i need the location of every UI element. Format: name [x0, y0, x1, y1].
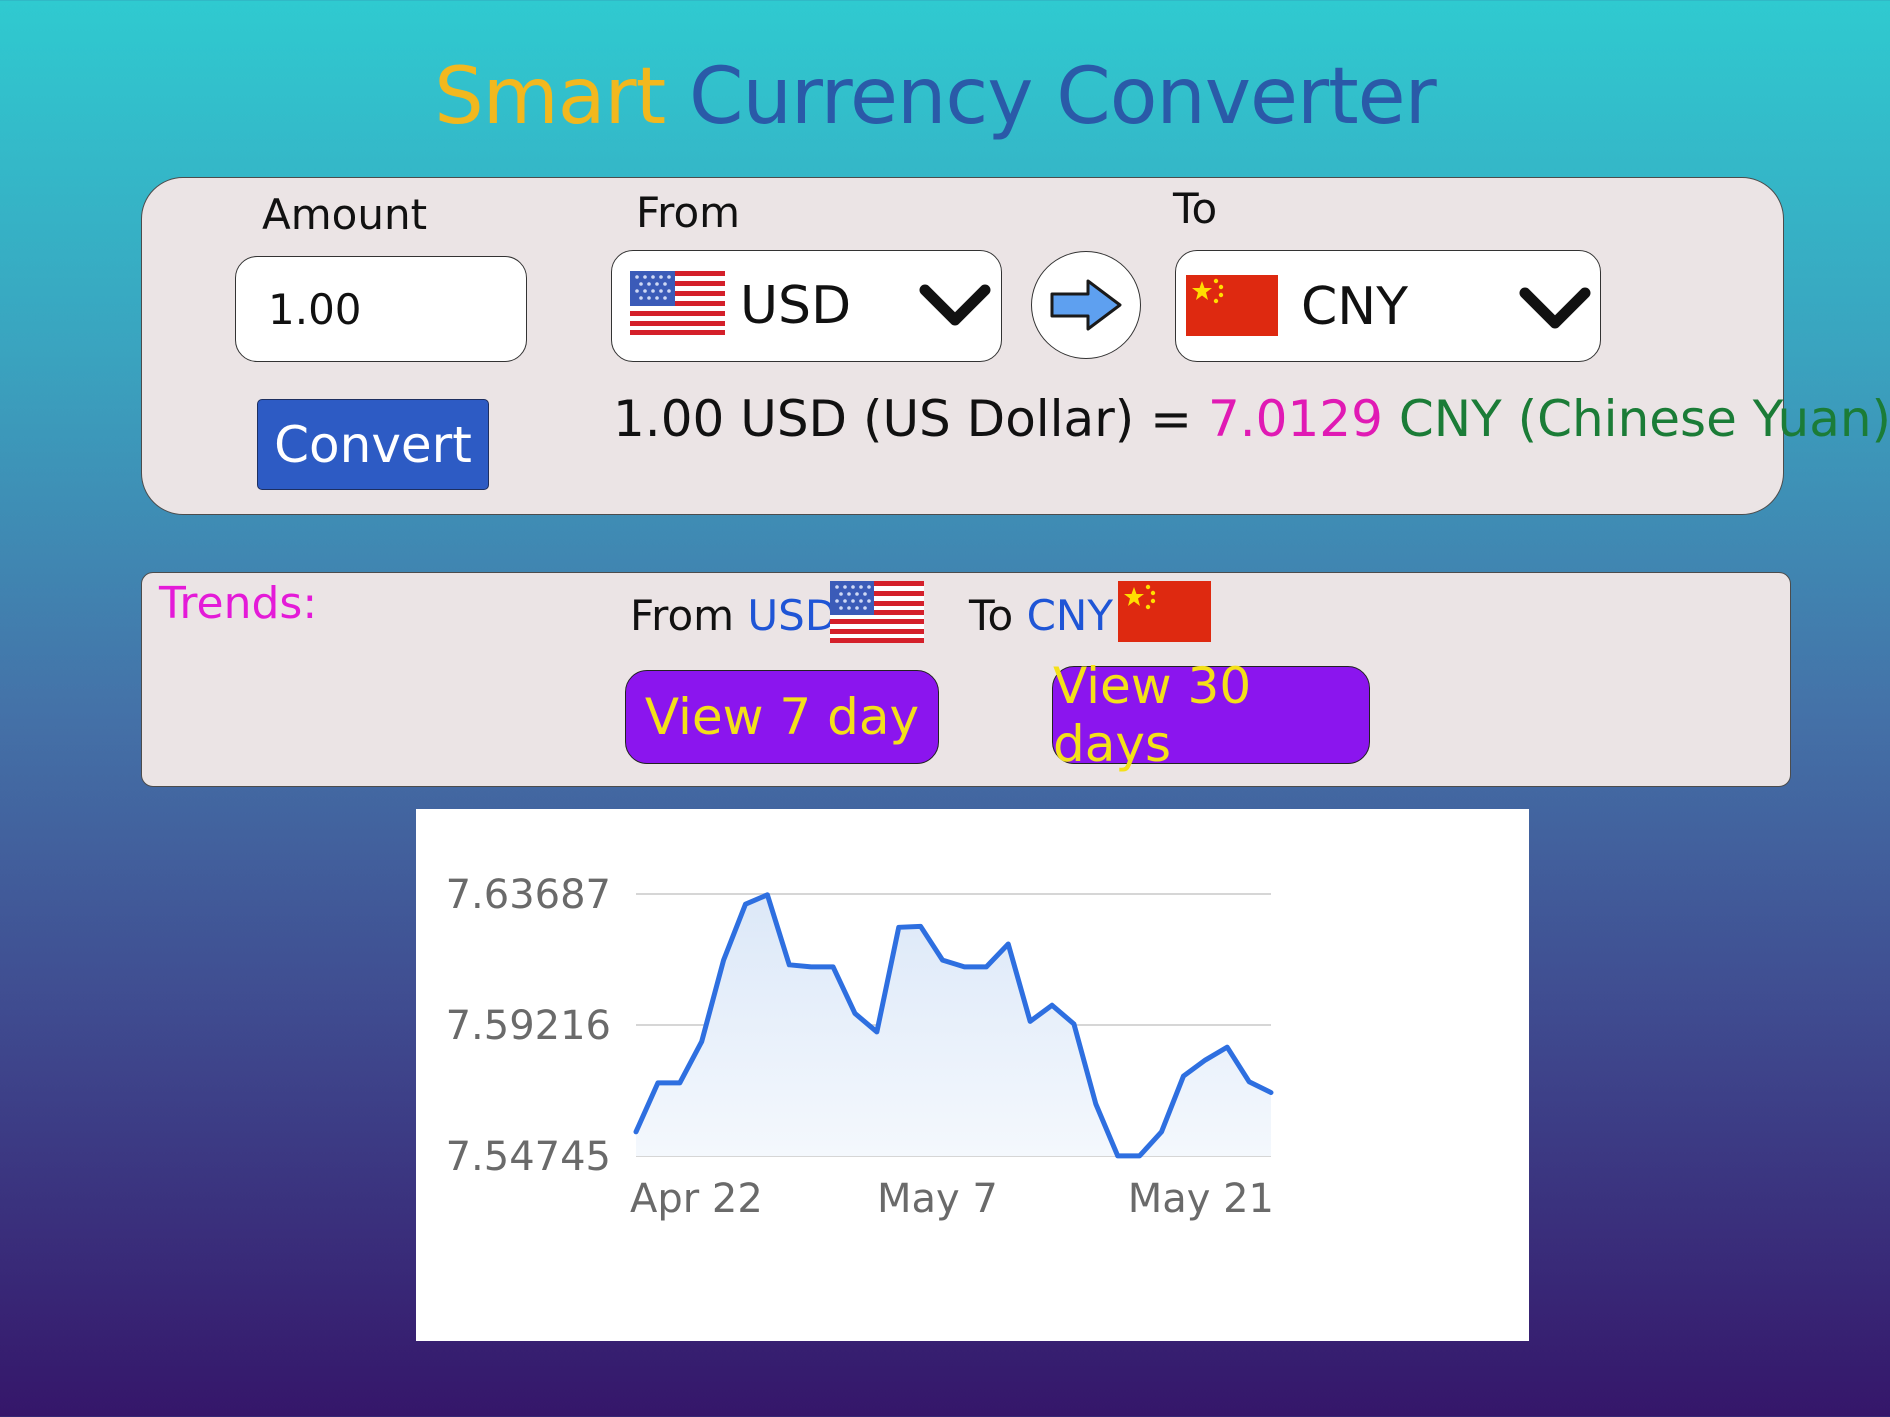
trend-from-prefix: From [630, 591, 735, 640]
chart-point [1225, 1045, 1230, 1050]
chart-point [962, 964, 967, 969]
from-currency-select[interactable]: USD [611, 250, 1002, 362]
result-to-text: CNY (Chinese Yuan) [1398, 390, 1890, 448]
chart-point [896, 925, 901, 930]
chart-point [677, 1080, 682, 1085]
us-flag-icon [630, 271, 725, 335]
x-tick-label: May 7 [877, 1176, 998, 1222]
chart-point [1028, 1019, 1033, 1024]
chart-point [918, 924, 923, 929]
y-tick-label: 7.59216 [446, 1003, 611, 1049]
trends-panel [141, 572, 1791, 787]
amount-input[interactable] [235, 256, 527, 362]
chart-point [655, 1080, 660, 1085]
trend-to: To CNY [969, 591, 1113, 640]
trend-to-currency: CNY [1026, 591, 1113, 640]
chart-point [1247, 1079, 1252, 1084]
chart-point [940, 958, 945, 963]
result-rate: 7.0129 [1207, 390, 1383, 448]
y-tick-label: 7.54745 [446, 1134, 611, 1180]
chart-point [1159, 1129, 1164, 1134]
chart-point [1006, 942, 1011, 947]
to-currency-select[interactable]: CNY [1175, 250, 1601, 362]
view-30-days-button[interactable]: View 30 days [1052, 657, 1370, 773]
from-label: From [636, 188, 741, 237]
chart-point [1181, 1074, 1186, 1079]
chart-point [1203, 1058, 1208, 1063]
chart-point [809, 964, 814, 969]
result-from-text: 1.00 USD (US Dollar) = [613, 390, 1193, 448]
chart-point [1269, 1090, 1273, 1095]
trend-chart: 7.63687 7.59216 7.54745 Apr 22 May 7 May 21 [416, 809, 1529, 1341]
swap-button[interactable] [1031, 251, 1141, 359]
to-currency-code: CNY [1301, 277, 1408, 337]
trend-to-prefix: To [969, 591, 1014, 640]
chevron-down-icon[interactable] [1519, 287, 1591, 331]
chart-point [874, 1029, 879, 1034]
chart-point [852, 1011, 857, 1016]
us-flag-icon [830, 581, 924, 643]
chart-point [831, 964, 836, 969]
chart-point [699, 1039, 704, 1044]
x-tick-label: May 21 [1128, 1176, 1274, 1222]
amount-label: Amount [262, 190, 428, 239]
conversion-result: 1.00 USD (US Dollar) = 7.0129 CNY (Chine… [613, 390, 1890, 448]
y-tick-label: 7.63687 [446, 872, 611, 918]
chart-point [787, 962, 792, 967]
chart-point [721, 958, 726, 963]
chart-point [1071, 1022, 1076, 1027]
convert-button[interactable]: Convert [257, 399, 489, 490]
chart-point [1093, 1101, 1098, 1106]
chart-point [1137, 1153, 1142, 1158]
from-currency-code: USD [740, 276, 852, 336]
title-smart: Smart [434, 52, 666, 142]
trends-label: Trends: [159, 578, 318, 629]
china-flag-icon [1186, 275, 1278, 336]
trend-chart-svg: 7.63687 7.59216 7.54745 Apr 22 May 7 May 21 [446, 872, 1274, 1222]
view-7-day-button[interactable]: View 7 day [625, 670, 939, 764]
chart-point [1115, 1153, 1120, 1158]
chart-point [1050, 1003, 1055, 1008]
trend-from: From USD [630, 591, 837, 640]
chart-point [743, 902, 748, 907]
x-tick-label: Apr 22 [630, 1176, 763, 1222]
title-currency-converter: Currency Converter [689, 52, 1437, 142]
page-title: Smart Currency Converter [0, 52, 1890, 142]
trend-from-currency: USD [747, 591, 838, 640]
arrow-right-icon [1050, 279, 1122, 331]
chart-point [634, 1129, 638, 1134]
chart-point [765, 892, 770, 897]
to-label: To [1173, 184, 1218, 233]
chart-point [984, 964, 989, 969]
chevron-down-icon[interactable] [919, 284, 991, 328]
china-flag-icon [1118, 581, 1211, 642]
